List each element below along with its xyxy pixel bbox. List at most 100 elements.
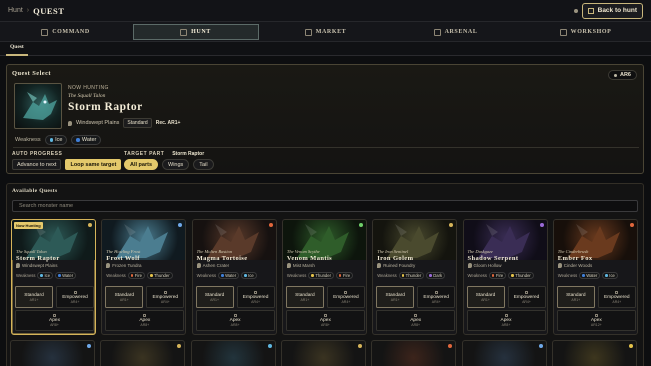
- tab-command[interactable]: Command: [3, 24, 129, 40]
- weakness-chip: Dark: [426, 272, 446, 279]
- element-dot-icon: [150, 274, 153, 277]
- weakness-name: Fire: [342, 273, 351, 278]
- difficulty-rank: AR1+: [119, 297, 129, 302]
- quest-card[interactable]: [10, 340, 95, 366]
- difficulty-standard[interactable]: Standard AR1+: [466, 286, 505, 308]
- difficulty-empowered[interactable]: Empowered AR4+: [56, 286, 94, 308]
- weakness-chip: Ice: [37, 272, 54, 279]
- location-text: Frozen Tundra: [112, 263, 142, 268]
- difficulty-apex[interactable]: Apex AR12+: [556, 310, 636, 331]
- weakness-label: Weakness: [15, 137, 41, 143]
- quest-card[interactable]: [461, 340, 547, 366]
- quest-card[interactable]: The Duskgaze Shadow Serpent Gloom Hollow We…: [462, 219, 548, 335]
- weakness-chip: Ice: [602, 272, 618, 279]
- monster-epithet: The Squall Talon: [68, 93, 106, 99]
- difficulty-rank: AR8+: [501, 323, 511, 327]
- difficulty-empowered[interactable]: Empowered AR4+: [507, 286, 546, 308]
- monster-location: Frozen Tundra: [106, 263, 142, 268]
- location-pin-icon: [467, 263, 472, 268]
- status-dot-icon: [573, 8, 578, 13]
- difficulty-empowered[interactable]: Empowered AR4+: [326, 286, 365, 308]
- target-part-value: Storm Raptor: [172, 151, 205, 157]
- weakness-name: Water: [225, 273, 237, 278]
- weakness-row: Weakness Water Ice: [558, 272, 618, 279]
- quest-card[interactable]: The Cinderbrush Ember Fox Cinder Woods Weak…: [552, 219, 638, 335]
- monster-epithet: The Duskgaze: [467, 249, 493, 254]
- element-dot-icon: [358, 223, 363, 227]
- difficulty-grid: Standard AR1+ Empowered AR4+ Apex AR8+: [105, 283, 185, 333]
- weakness-name: Dark: [433, 273, 443, 278]
- auto-progress-label: AUTO PROGRESS: [12, 151, 63, 157]
- quest-card[interactable]: The Howling Frost Frost Wolf Frozen Tundra…: [101, 219, 187, 335]
- tab-hunt[interactable]: Hunt: [132, 24, 259, 40]
- weakness-chip: Fire: [488, 272, 507, 279]
- tab-label: Workshop: [570, 29, 612, 35]
- lock-icon: [53, 314, 56, 317]
- weakness-chip: Water: [71, 135, 102, 145]
- tab-quest[interactable]: Quest: [10, 44, 24, 50]
- difficulty-apex[interactable]: Apex AR8+: [15, 310, 94, 331]
- difficulty-empowered[interactable]: Empowered AR4+: [597, 286, 636, 308]
- difficulty-standard[interactable]: Standard AR1+: [556, 286, 595, 308]
- weakness-name: Fire: [134, 273, 142, 278]
- weakness-label: Weakness: [106, 273, 126, 278]
- difficulty-empowered[interactable]: Empowered AR4+: [417, 286, 456, 308]
- monster-epithet: The Molten Bastion: [196, 249, 233, 254]
- difficulty-standard[interactable]: Standard AR1+: [376, 286, 415, 308]
- difficulty-standard[interactable]: Standard AR1+: [15, 286, 53, 308]
- monster-name: Shadow Serpent: [467, 255, 519, 262]
- difficulty-standard[interactable]: Standard AR1+: [285, 286, 324, 308]
- quest-card[interactable]: The Venom Scythe Venom Mantis Mist Marsh We…: [281, 219, 367, 335]
- auto-progress-option[interactable]: Loop same target: [65, 159, 122, 170]
- lock-icon: [504, 314, 508, 317]
- auto-progress-option[interactable]: Advance to next: [12, 159, 62, 170]
- element-dot-icon: [511, 274, 514, 277]
- weakness-chip: Fire: [335, 272, 354, 279]
- quest-card[interactable]: The Molten Bastion Magma Tortoise Ashen Cr…: [191, 219, 277, 335]
- element-dot-icon: [244, 274, 247, 277]
- element-dot-icon: [58, 274, 61, 277]
- difficulty-apex[interactable]: Apex AR8+: [376, 310, 456, 331]
- element-dot-icon: [88, 223, 92, 227]
- monster-location: Ruined Foundry: [377, 263, 415, 268]
- quest-card[interactable]: [280, 340, 366, 366]
- tab-arsenal[interactable]: Arsenal: [393, 24, 519, 40]
- now-hunting-tag: Now Hunting: [14, 222, 43, 229]
- target-part-option[interactable]: Wings: [162, 159, 190, 170]
- monster-location: Ashen Crater: [196, 263, 229, 268]
- difficulty-apex[interactable]: Apex AR8+: [195, 310, 275, 331]
- difficulty-rank: AR4+: [522, 299, 531, 304]
- back-to-hunt-button[interactable]: Back to hunt: [581, 2, 643, 19]
- weakness-row: Weakness Fire Thunder: [106, 272, 173, 279]
- difficulty-standard[interactable]: Standard AR1+: [105, 286, 144, 308]
- difficulty-apex[interactable]: Apex AR8+: [105, 310, 185, 331]
- difficulty-empowered[interactable]: Empowered AR4+: [236, 286, 275, 308]
- weakness-name: Ice: [44, 273, 51, 278]
- hunt-icon: [180, 28, 188, 36]
- lock-icon: [594, 314, 598, 317]
- quest-card[interactable]: [100, 340, 186, 366]
- monster-name: Ember Fox: [557, 255, 593, 262]
- difficulty-tag: Standard: [123, 118, 152, 128]
- breadcrumb-root[interactable]: Hunt: [8, 7, 23, 14]
- top-bar: Hunt › QUEST Back to hunt: [0, 0, 651, 22]
- tab-market[interactable]: Market: [263, 24, 389, 40]
- difficulty-empowered[interactable]: Empowered AR4+: [146, 286, 185, 308]
- quest-card[interactable]: [190, 340, 276, 366]
- difficulty-standard[interactable]: Standard AR1+: [195, 286, 234, 308]
- search-input[interactable]: Search monster name: [12, 200, 638, 212]
- target-part-option[interactable]: All parts: [124, 159, 159, 170]
- difficulty-apex[interactable]: Apex AR8+: [466, 310, 546, 331]
- monster-location: Windswept Plains: [16, 263, 58, 268]
- available-quests-title: Available Quests: [12, 188, 58, 194]
- difficulty-apex[interactable]: Apex AR8+: [285, 310, 365, 331]
- quest-card[interactable]: Now Hunting The Squall Talon Storm Raptor W…: [11, 219, 96, 335]
- target-part-option[interactable]: Tail: [193, 159, 214, 170]
- quest-card[interactable]: The Iron Sentinel Iron Golem Ruined Foundr…: [372, 219, 458, 335]
- quest-card[interactable]: [371, 340, 457, 366]
- weakness-label: Weakness: [196, 273, 217, 278]
- element-dot-icon: [491, 274, 495, 277]
- tab-workshop[interactable]: Workshop: [523, 24, 649, 40]
- lock-icon: [414, 314, 418, 317]
- quest-card[interactable]: [551, 340, 637, 366]
